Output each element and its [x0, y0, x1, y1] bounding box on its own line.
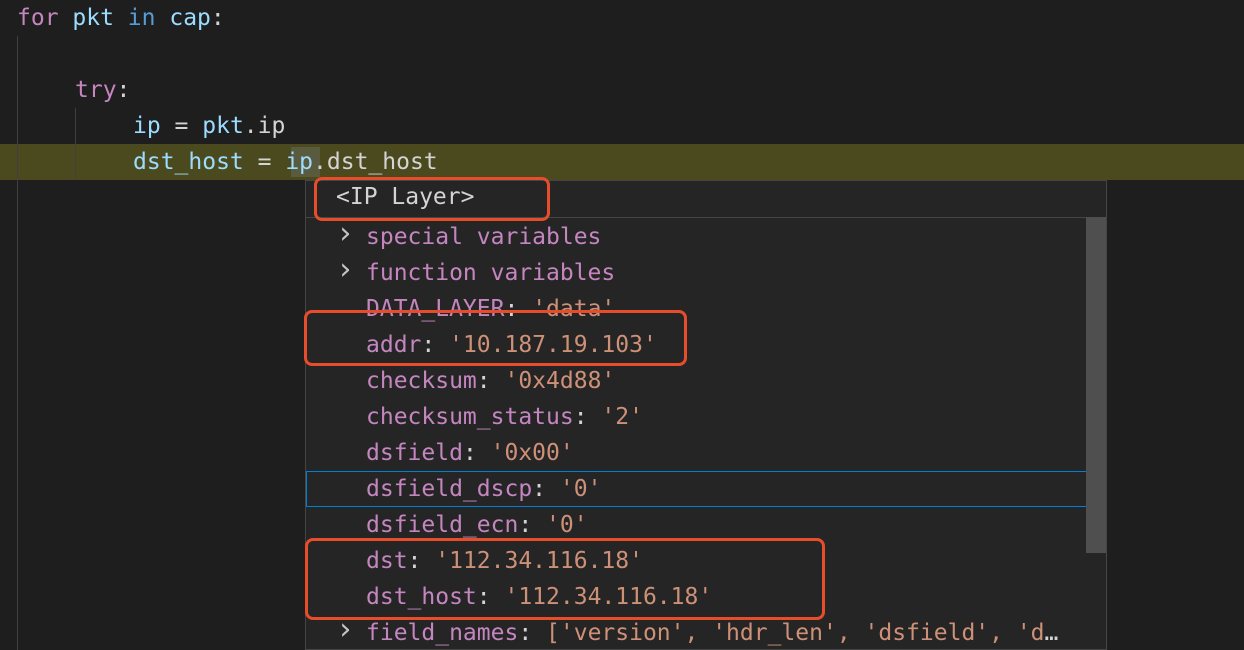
code-token: .ip [243, 113, 286, 139]
variable-content: checksum_status: '2' [366, 399, 1066, 435]
code-line-text: dst_host = ip.dst_host [133, 144, 438, 180]
variable-content: field_names: ['version', 'hdr_len', 'dsf… [366, 615, 1066, 649]
variable-key: checksum [366, 368, 477, 394]
variable-separator: : [518, 620, 547, 646]
variable-content: dsfield_dscp: '0' [366, 472, 1066, 506]
variable-key: special variables [366, 224, 602, 250]
code-token: try [75, 77, 117, 103]
variable-row-dsfield[interactable]: dsfield: '0x00' [306, 435, 1086, 471]
code-line-ip-assign[interactable]: ip = pkt.ip [0, 108, 1244, 144]
annotation-box-dst [305, 538, 825, 620]
variable-row-field-names[interactable]: › field_names: ['version', 'hdr_len', 'ds… [306, 615, 1086, 649]
code-token: ip [133, 113, 161, 139]
variable-content: function variables [366, 255, 1066, 291]
code-token: pkt [202, 113, 244, 139]
variable-row-special-variables[interactable]: › special variables [306, 219, 1086, 255]
code-token: dst_host [133, 149, 244, 175]
variable-row-checksum-status[interactable]: checksum_status: '2' [306, 399, 1086, 435]
variable-separator: : [462, 440, 491, 466]
code-token: for [17, 5, 59, 31]
variable-content: special variables [366, 219, 1066, 255]
code-token: : [116, 77, 131, 103]
chevron-right-icon[interactable]: › [336, 219, 354, 252]
variable-separator: : [573, 404, 602, 430]
variable-separator: : [518, 512, 547, 538]
variable-separator: : [532, 476, 560, 502]
variable-content: checksum: '0x4d88' [366, 363, 1066, 399]
variable-value: '0x00' [490, 440, 574, 466]
chevron-right-icon[interactable]: › [336, 255, 354, 288]
variable-separator: : [476, 368, 505, 394]
code-token: in [127, 5, 156, 31]
variable-value: '0' [559, 476, 602, 502]
variable-value: '0' [546, 512, 588, 538]
code-line-text: for pkt in cap: [17, 0, 225, 36]
variable-key: dsfield_dscp [366, 476, 533, 502]
variable-row-function-variables[interactable]: › function variables [306, 255, 1086, 291]
variable-key: field_names [366, 620, 519, 646]
variable-row-checksum[interactable]: checksum: '0x4d88' [306, 363, 1086, 399]
code-token: pkt [58, 5, 128, 31]
hover-scrollbar-thumb[interactable] [1086, 217, 1106, 553]
variable-key: dsfield_ecn [366, 512, 519, 538]
variable-key: dsfield [366, 440, 463, 466]
annotation-box-ip-layer [314, 177, 550, 221]
variable-value: '0x4d88' [504, 368, 616, 394]
code-token: ip [285, 149, 314, 175]
variable-content: dsfield: '0x00' [366, 435, 1066, 471]
variable-key: checksum_status [366, 404, 574, 430]
variable-key: function variables [366, 260, 616, 286]
code-token: = [243, 149, 286, 175]
annotation-box-addr [304, 310, 687, 366]
variable-row-dsfield-dscp[interactable]: dsfield_dscp: '0' [306, 471, 1106, 507]
code-line-text: try: [75, 72, 130, 108]
code-line-try[interactable]: try: [0, 72, 1244, 108]
code-token: : [210, 5, 225, 31]
code-token: = [160, 113, 203, 139]
code-line-for[interactable]: for pkt in cap: [0, 0, 1244, 36]
code-token: cap [155, 5, 211, 31]
code-line-dst-host-assign[interactable]: dst_host = ip.dst_host [0, 144, 1244, 180]
code-line-text: ip = pkt.ip [133, 108, 285, 144]
variable-value: ['version', 'hdr_len', 'dsfield', 'dsfie… [546, 620, 1066, 646]
variable-value: '2' [601, 404, 643, 430]
code-token: .dst_host [313, 149, 438, 175]
